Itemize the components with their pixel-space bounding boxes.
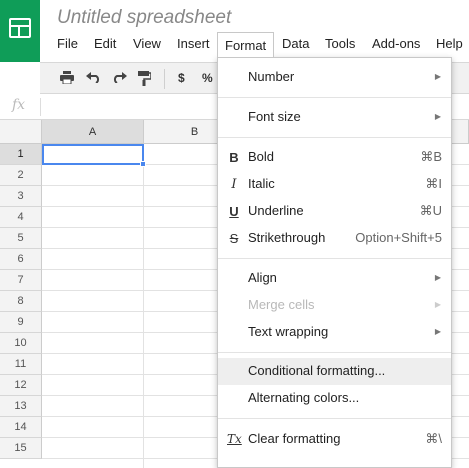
menu-divider (218, 97, 451, 98)
submenu-arrow-icon: ▶ (434, 112, 441, 121)
row-header[interactable]: 13 (0, 396, 42, 417)
column-header-a[interactable]: A (42, 120, 144, 144)
menu-data[interactable]: Data (282, 36, 309, 51)
menu-item-bold[interactable]: B Bold ⌘B (218, 144, 451, 171)
paint-format-icon[interactable] (138, 71, 152, 89)
menu-item-merge-cells: Merge cells ▶ (248, 297, 441, 312)
menu-item-clear-formatting[interactable]: Tx Clear formatting ⌘\ (218, 426, 451, 453)
row-header[interactable]: 14 (0, 417, 42, 438)
bold-icon: B (229, 150, 239, 165)
print-icon[interactable] (60, 71, 74, 87)
menu-divider (218, 352, 451, 353)
submenu-arrow-icon: ▶ (434, 273, 441, 282)
row-header[interactable]: 4 (0, 207, 42, 228)
menu-item-text-wrapping[interactable]: Text wrapping ▶ (218, 319, 451, 346)
row-header[interactable]: 12 (0, 375, 42, 396)
row-header[interactable]: 10 (0, 333, 42, 354)
strikethrough-icon: S (229, 231, 239, 246)
menu-item-underline[interactable]: U Underline ⌘U (218, 198, 451, 225)
menu-item-number[interactable]: Number ▶ (218, 64, 451, 91)
menu-tools[interactable]: Tools (325, 36, 355, 51)
row-header[interactable]: 2 (0, 165, 42, 186)
menu-item-alternating-colors[interactable]: Alternating colors... (218, 385, 451, 412)
formula-divider (40, 98, 41, 116)
submenu-arrow-icon: ▶ (434, 300, 441, 309)
row-header[interactable]: 15 (0, 438, 42, 459)
row-header[interactable]: 3 (0, 186, 42, 207)
menu-edit[interactable]: Edit (94, 36, 116, 51)
row-header[interactable]: 9 (0, 312, 42, 333)
bold-shortcut: ⌘B (420, 149, 442, 164)
redo-icon[interactable] (112, 71, 127, 86)
percent-format-button[interactable]: % (202, 71, 213, 85)
strikethrough-shortcut: Option+Shift+5 (355, 230, 442, 245)
italic-shortcut: ⌘I (425, 176, 442, 191)
toolbar-divider (164, 69, 165, 89)
italic-icon: I (231, 177, 237, 192)
currency-format-button[interactable]: $ (178, 71, 185, 85)
menu-view[interactable]: View (133, 36, 161, 51)
submenu-arrow-icon: ▶ (434, 72, 441, 81)
menu-divider (218, 418, 451, 419)
clear-formatting-shortcut: ⌘\ (425, 431, 442, 446)
menu-divider (218, 137, 451, 138)
select-all-corner[interactable] (0, 120, 42, 144)
menu-divider (218, 258, 451, 259)
row-header[interactable]: 6 (0, 249, 42, 270)
menu-file[interactable]: File (57, 36, 78, 51)
row-header[interactable]: 7 (0, 270, 42, 291)
column-gridline (143, 144, 144, 468)
menu-addons[interactable]: Add-ons (372, 36, 420, 51)
row-header[interactable]: 8 (0, 291, 42, 312)
row-header[interactable]: 5 (0, 228, 42, 249)
row-header[interactable]: 11 (0, 354, 42, 375)
menu-item-conditional-formatting[interactable]: Conditional formatting... (218, 358, 451, 385)
fx-icon: fx (12, 97, 26, 113)
format-menu: Number ▶ Font size ▶ B Bold ⌘B I Italic … (217, 57, 452, 468)
fill-handle[interactable] (140, 161, 146, 167)
underline-icon: U (229, 204, 239, 219)
undo-icon[interactable] (86, 71, 101, 86)
menu-item-strikethrough[interactable]: S Strikethrough Option+Shift+5 (218, 225, 451, 252)
menu-insert[interactable]: Insert (177, 36, 210, 51)
menu-format[interactable]: Format (217, 32, 275, 57)
menu-bar: File Edit View Insert Format Data Tools … (0, 32, 469, 57)
menu-item-align[interactable]: Align ▶ (218, 265, 451, 292)
clear-formatting-icon: Tx (227, 432, 242, 446)
menu-item-italic[interactable]: I Italic ⌘I (218, 171, 451, 198)
menu-item-font-size[interactable]: Font size ▶ (218, 104, 451, 131)
document-title[interactable]: Untitled spreadsheet (57, 7, 231, 29)
active-cell-a1[interactable] (42, 144, 144, 165)
underline-shortcut: ⌘U (419, 203, 442, 218)
row-header[interactable]: 1 (0, 144, 42, 165)
menu-help[interactable]: Help (436, 36, 463, 51)
submenu-arrow-icon: ▶ (434, 327, 441, 336)
